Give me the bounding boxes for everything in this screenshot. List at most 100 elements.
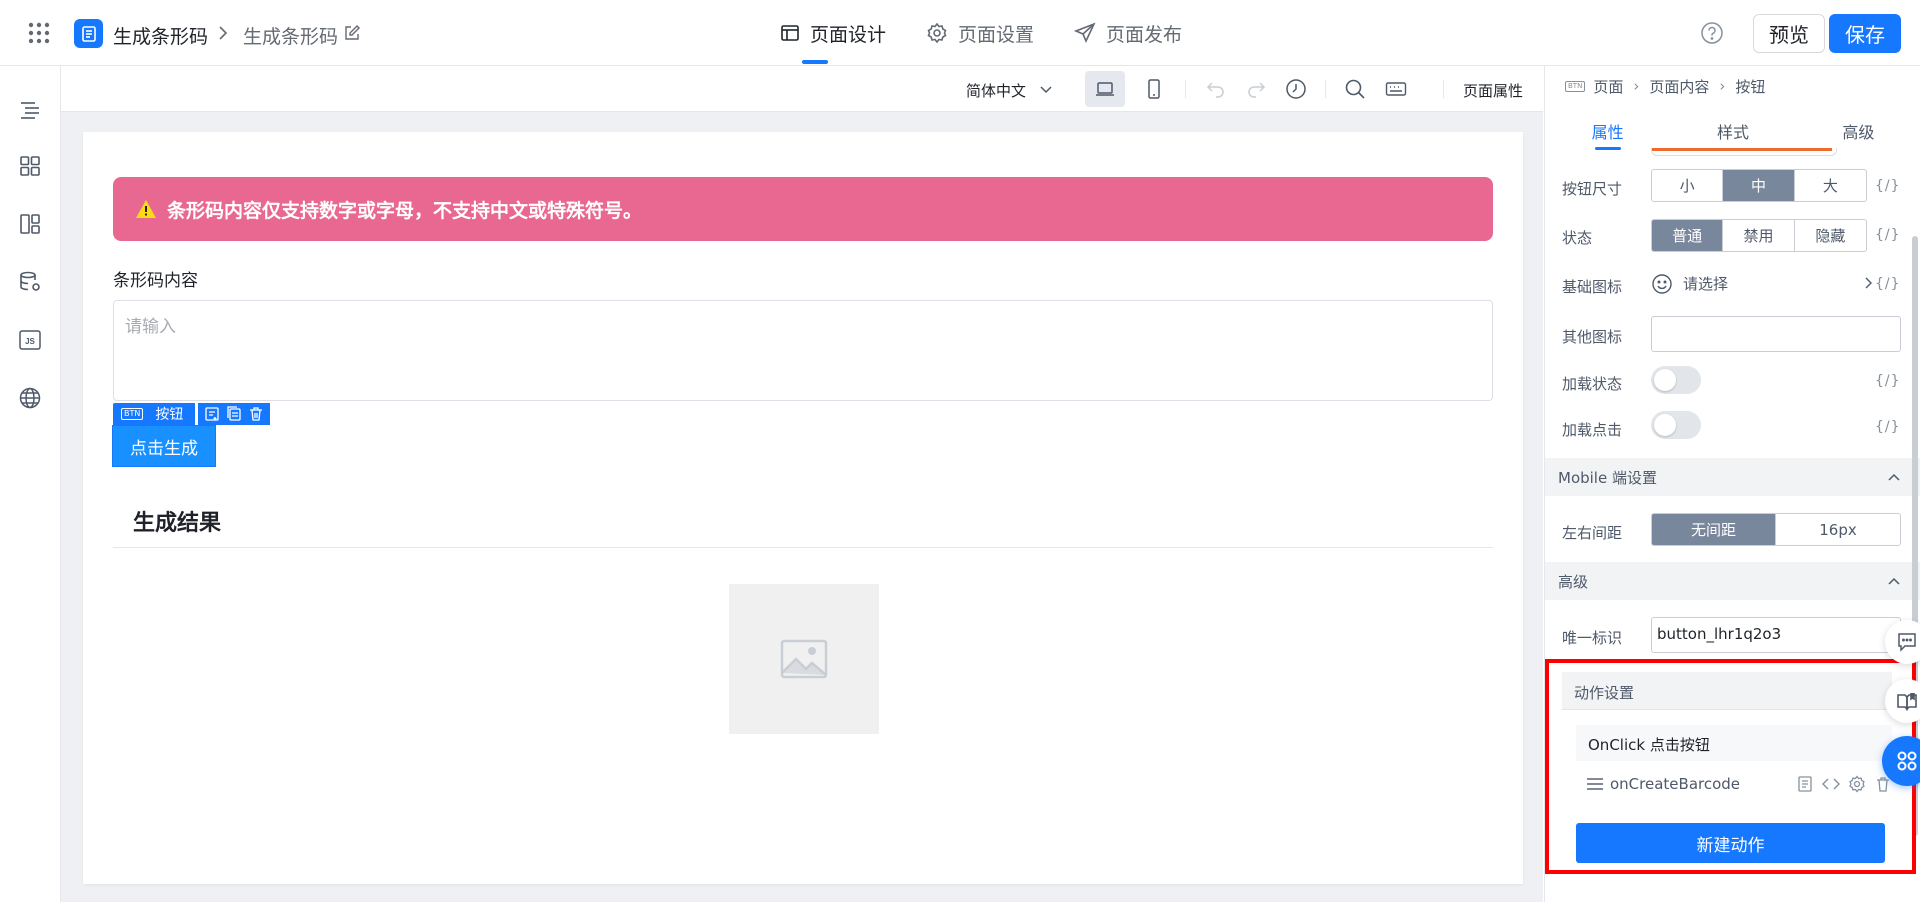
chat-icon: [1898, 633, 1916, 652]
button-size-label: 按钮尺寸: [1562, 180, 1623, 198]
app-grid-icon[interactable]: [27, 21, 51, 45]
new-action-button[interactable]: 新建动作: [1576, 823, 1885, 863]
generate-button[interactable]: 点击生成: [112, 425, 216, 467]
delete-icon[interactable]: [245, 403, 267, 425]
size-small-option[interactable]: 小: [1652, 170, 1724, 201]
expression-button[interactable]: {/}: [1875, 419, 1901, 435]
page-design-icon: [781, 25, 799, 41]
state-segmented: 普通 禁用 隐藏: [1651, 219, 1867, 252]
insert-icon[interactable]: [201, 403, 223, 425]
data-source-icon[interactable]: [18, 270, 42, 294]
action-item-actions: [1788, 775, 1892, 793]
no-spacing-option[interactable]: 无间距: [1652, 514, 1776, 545]
document-icon[interactable]: [1796, 775, 1814, 793]
size-medium-option[interactable]: 中: [1723, 170, 1795, 201]
js-icon[interactable]: JS: [18, 328, 42, 352]
mobile-view-button[interactable]: [1134, 71, 1174, 107]
outline-tree-icon[interactable]: [18, 98, 42, 122]
page-properties-button[interactable]: 页面属性: [1463, 80, 1523, 101]
canvas-area: 简体中文 页面属性 条形码内容仅支持数字或字母，不支持中文或特殊符号。 条形码内…: [61, 66, 1543, 902]
tab-label: 页面发布: [1106, 23, 1183, 46]
smile-icon: [1652, 273, 1672, 294]
breadcrumb: BTN 页面 › 页面内容 › 按钮: [1565, 76, 1765, 96]
selected-component-tag[interactable]: BTN 按钮: [113, 403, 196, 425]
barcode-content-input[interactable]: 请输入: [113, 300, 1493, 401]
image-icon: [780, 639, 828, 679]
drag-handle-icon[interactable]: [1586, 777, 1604, 791]
expression-button[interactable]: {/}: [1875, 178, 1901, 194]
expression-button[interactable]: {/}: [1875, 276, 1901, 292]
state-hidden-option[interactable]: 隐藏: [1795, 220, 1866, 251]
copy-icon[interactable]: [223, 403, 245, 425]
tab-page-publish[interactable]: 页面发布: [1054, 0, 1202, 66]
spacing-16px-option[interactable]: 16px: [1776, 514, 1900, 545]
divider: [1443, 80, 1444, 98]
action-item[interactable]: onCreateBarcode: [1576, 767, 1892, 801]
app-title[interactable]: 生成条形码: [113, 22, 208, 49]
edit-icon[interactable]: [343, 24, 361, 42]
search-icon[interactable]: [1344, 78, 1366, 100]
action-settings-header: 动作设置: [1562, 672, 1892, 710]
size-large-option[interactable]: 大: [1795, 170, 1866, 201]
components-grid-icon[interactable]: [18, 154, 42, 178]
expression-button[interactable]: {/}: [1875, 373, 1901, 389]
lr-spacing-label: 左右间距: [1562, 524, 1623, 542]
loading-state-toggle[interactable]: [1651, 366, 1701, 394]
left-sidebar: JS: [0, 66, 61, 902]
tab-advanced[interactable]: 高级: [1796, 110, 1920, 150]
breadcrumb-page-content[interactable]: 页面内容: [1649, 76, 1709, 97]
action-name: onCreateBarcode: [1610, 775, 1741, 793]
unique-id-input[interactable]: button_lhr1q2o3: [1651, 617, 1901, 653]
btn-badge-icon: BTN: [1565, 80, 1586, 92]
chevron-down-icon[interactable]: [1039, 82, 1053, 96]
divider: [1325, 80, 1326, 98]
save-button[interactable]: 保存: [1829, 14, 1901, 53]
base-icon-picker[interactable]: 请选择: [1651, 267, 1875, 300]
tab-style[interactable]: 样式: [1670, 110, 1795, 150]
group-title: Mobile 端设置: [1558, 469, 1657, 487]
loading-click-toggle[interactable]: [1651, 411, 1701, 439]
gear-icon: [927, 22, 947, 44]
chevron-right-icon: [1865, 277, 1872, 289]
tab-properties[interactable]: 属性: [1545, 110, 1670, 150]
layout-icon[interactable]: [18, 212, 42, 236]
base-icon-value: 请选择: [1683, 275, 1729, 293]
keyboard-icon[interactable]: [1385, 78, 1407, 100]
state-disabled-option[interactable]: 禁用: [1723, 220, 1795, 251]
code-icon[interactable]: [1822, 775, 1840, 793]
preview-button[interactable]: 预览: [1753, 14, 1825, 53]
divider: [113, 547, 1493, 548]
chevron-right-icon: ›: [1719, 77, 1726, 95]
chevron-up-icon: [1888, 473, 1900, 481]
alert-banner: 条形码内容仅支持数字或字母，不支持中文或特殊符号。: [113, 177, 1493, 241]
breadcrumb-page[interactable]: 页面: [1593, 76, 1623, 97]
settings-icon[interactable]: [1848, 775, 1866, 793]
unique-id-label: 唯一标识: [1562, 629, 1623, 647]
undo-icon[interactable]: [1205, 78, 1227, 100]
panel-tabs: 属性 样式 高级: [1545, 110, 1920, 150]
other-icon-input[interactable]: [1651, 316, 1901, 352]
onclick-event-header: OnClick 点击按钮: [1576, 725, 1892, 761]
color-bar: [1651, 148, 1837, 156]
tab-label: 页面设置: [958, 23, 1035, 46]
field-label: 条形码内容: [113, 271, 198, 291]
breadcrumb-button[interactable]: 按钮: [1735, 76, 1765, 97]
mobile-settings-group[interactable]: Mobile 端设置: [1545, 458, 1920, 496]
language-select[interactable]: 简体中文: [966, 80, 1026, 101]
advanced-group[interactable]: 高级: [1545, 562, 1920, 600]
book-icon: [1897, 693, 1917, 711]
tab-page-settings[interactable]: 页面设置: [906, 0, 1054, 66]
tab-page-design[interactable]: 页面设计: [760, 0, 906, 66]
globe-icon[interactable]: [18, 386, 42, 410]
group-title: 高级: [1558, 573, 1589, 591]
main-tabs: 页面设计 页面设置 页面发布: [760, 0, 1202, 66]
expression-button[interactable]: {/}: [1875, 227, 1901, 243]
history-icon[interactable]: [1285, 78, 1307, 100]
lr-spacing-segmented: 无间距 16px: [1651, 513, 1901, 546]
redo-icon[interactable]: [1245, 78, 1267, 100]
desktop-view-button[interactable]: [1085, 71, 1125, 107]
selection-toolbar: BTN 按钮: [113, 403, 271, 425]
help-icon[interactable]: [1700, 21, 1724, 45]
loading-state-label: 加载状态: [1562, 375, 1623, 393]
state-normal-option[interactable]: 普通: [1652, 220, 1724, 251]
